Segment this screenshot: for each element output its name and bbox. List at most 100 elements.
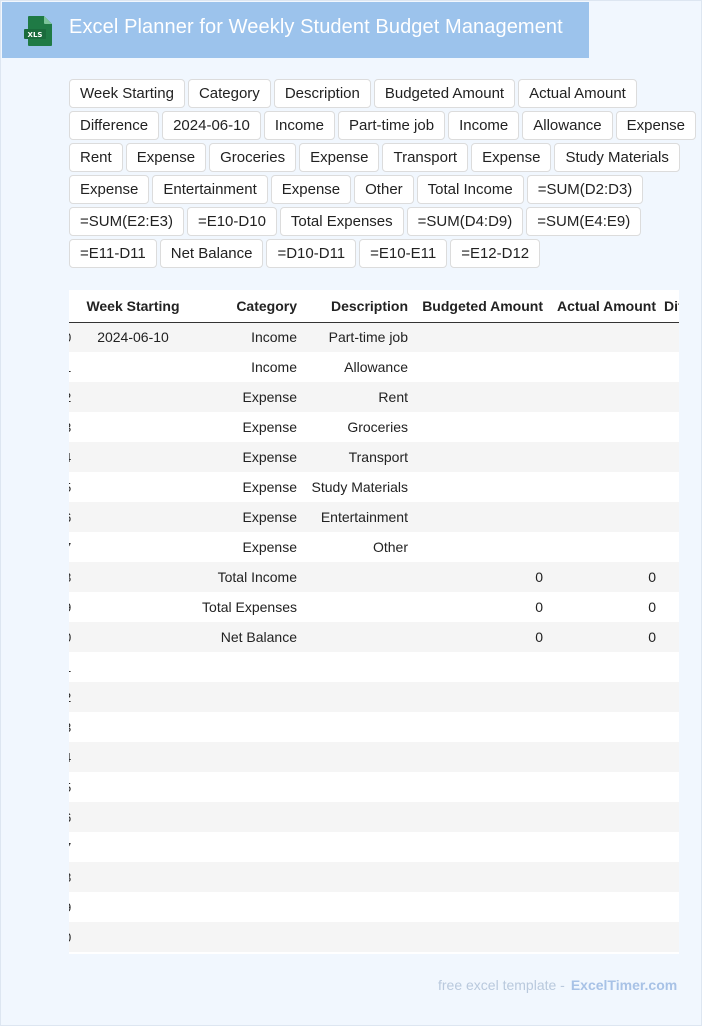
header-chip[interactable]: Category	[187, 79, 271, 108]
week-starting-cell[interactable]	[75, 652, 191, 682]
budgeted-amount-cell[interactable]	[412, 862, 547, 892]
week-starting-cell[interactable]	[75, 862, 191, 892]
week-starting-cell[interactable]	[75, 712, 191, 742]
header-chip[interactable]: Study Materials	[554, 143, 680, 172]
week-starting-cell[interactable]	[75, 892, 191, 922]
description-cell[interactable]	[301, 892, 412, 922]
description-cell[interactable]	[301, 772, 412, 802]
budgeted-amount-cell[interactable]: 0	[412, 622, 547, 652]
budgeted-amount-cell[interactable]	[412, 772, 547, 802]
budgeted-amount-cell[interactable]	[412, 892, 547, 922]
header-chip[interactable]: Actual Amount	[518, 79, 637, 108]
header-chip[interactable]: Other	[354, 175, 414, 204]
category-cell[interactable]	[191, 892, 301, 922]
difference-cell[interactable]	[660, 472, 679, 502]
category-cell[interactable]: Expense	[191, 532, 301, 562]
difference-cell[interactable]	[660, 442, 679, 472]
category-cell[interactable]	[191, 682, 301, 712]
actual-amount-cell[interactable]	[547, 922, 660, 952]
actual-amount-cell[interactable]	[547, 472, 660, 502]
week-starting-cell[interactable]	[75, 442, 191, 472]
header-chip[interactable]: 2024-06-10	[162, 111, 261, 140]
column-header-difference[interactable]: Dif	[660, 290, 679, 323]
budgeted-amount-cell[interactable]	[412, 712, 547, 742]
difference-cell[interactable]	[660, 802, 679, 832]
description-cell[interactable]	[301, 802, 412, 832]
category-cell[interactable]: Total Income	[191, 562, 301, 592]
description-cell[interactable]	[301, 682, 412, 712]
description-cell[interactable]: Transport	[301, 442, 412, 472]
description-cell[interactable]: Other	[301, 532, 412, 562]
budgeted-amount-cell[interactable]	[412, 382, 547, 412]
difference-cell[interactable]	[660, 352, 679, 382]
actual-amount-cell[interactable]	[547, 532, 660, 562]
header-chip[interactable]: =SUM(E2:E3)	[69, 207, 184, 236]
difference-cell[interactable]	[660, 592, 679, 622]
header-chip[interactable]: Income	[448, 111, 520, 140]
week-starting-cell[interactable]	[75, 472, 191, 502]
header-chip[interactable]: Total Expenses	[279, 207, 404, 236]
week-starting-cell[interactable]	[75, 352, 191, 382]
category-cell[interactable]	[191, 652, 301, 682]
week-starting-cell[interactable]	[75, 412, 191, 442]
header-chip[interactable]: Difference	[69, 111, 160, 140]
description-cell[interactable]	[301, 832, 412, 862]
description-cell[interactable]	[301, 592, 412, 622]
actual-amount-cell[interactable]	[547, 352, 660, 382]
week-starting-cell[interactable]	[75, 502, 191, 532]
description-cell[interactable]	[301, 742, 412, 772]
category-cell[interactable]: Expense	[191, 442, 301, 472]
week-starting-cell[interactable]	[75, 682, 191, 712]
difference-cell[interactable]	[660, 922, 679, 952]
category-cell[interactable]	[191, 922, 301, 952]
actual-amount-cell[interactable]: 0	[547, 592, 660, 622]
budgeted-amount-cell[interactable]	[412, 652, 547, 682]
category-cell[interactable]: Expense	[191, 382, 301, 412]
budgeted-amount-cell[interactable]: 0	[412, 562, 547, 592]
week-starting-cell[interactable]	[75, 772, 191, 802]
header-chip[interactable]: =D10-D11	[266, 239, 357, 268]
week-starting-cell[interactable]	[75, 382, 191, 412]
header-chip[interactable]: =E12-D12	[450, 239, 541, 268]
actual-amount-cell[interactable]: 0	[547, 622, 660, 652]
difference-cell[interactable]	[660, 382, 679, 412]
week-starting-cell[interactable]: 2024-06-10	[75, 322, 191, 352]
difference-cell[interactable]	[660, 712, 679, 742]
actual-amount-cell[interactable]	[547, 892, 660, 922]
actual-amount-cell[interactable]	[547, 382, 660, 412]
budgeted-amount-cell[interactable]	[412, 682, 547, 712]
category-cell[interactable]	[191, 802, 301, 832]
week-starting-cell[interactable]	[75, 622, 191, 652]
column-header-budgeted-amount[interactable]: Budgeted Amount	[412, 290, 547, 323]
budgeted-amount-cell[interactable]: 0	[412, 592, 547, 622]
difference-cell[interactable]	[660, 412, 679, 442]
category-cell[interactable]: Net Balance	[191, 622, 301, 652]
category-cell[interactable]: Income	[191, 352, 301, 382]
actual-amount-cell[interactable]	[547, 862, 660, 892]
difference-cell[interactable]	[660, 502, 679, 532]
header-chip[interactable]: Part-time job	[338, 111, 446, 140]
actual-amount-cell[interactable]	[547, 742, 660, 772]
header-chip[interactable]: =E10-D10	[186, 207, 277, 236]
category-cell[interactable]: Income	[191, 322, 301, 352]
week-starting-cell[interactable]	[75, 592, 191, 622]
category-cell[interactable]	[191, 772, 301, 802]
category-cell[interactable]	[191, 862, 301, 892]
header-chip[interactable]: Expense	[615, 111, 697, 140]
column-header-actual-amount[interactable]: Actual Amount	[547, 290, 660, 323]
description-cell[interactable]	[301, 562, 412, 592]
budgeted-amount-cell[interactable]	[412, 442, 547, 472]
header-chip[interactable]: Budgeted Amount	[373, 79, 516, 108]
difference-cell[interactable]	[660, 532, 679, 562]
category-cell[interactable]: Total Expenses	[191, 592, 301, 622]
description-cell[interactable]	[301, 712, 412, 742]
description-cell[interactable]: Allowance	[301, 352, 412, 382]
week-starting-cell[interactable]	[75, 742, 191, 772]
difference-cell[interactable]	[660, 322, 679, 352]
header-chip[interactable]: =SUM(D4:D9)	[406, 207, 524, 236]
budgeted-amount-cell[interactable]	[412, 472, 547, 502]
difference-cell[interactable]	[660, 682, 679, 712]
actual-amount-cell[interactable]	[547, 412, 660, 442]
header-chip[interactable]: =E11-D11	[69, 239, 157, 268]
actual-amount-cell[interactable]	[547, 712, 660, 742]
